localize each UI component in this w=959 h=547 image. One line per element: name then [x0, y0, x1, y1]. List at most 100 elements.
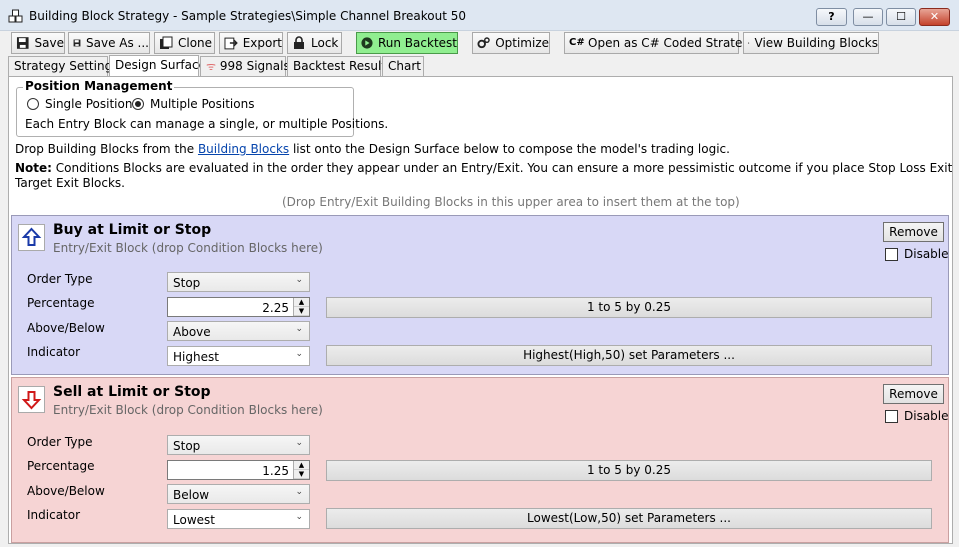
- export-button[interactable]: Export: [219, 32, 283, 54]
- building-blocks-link[interactable]: Building Blocks: [198, 142, 289, 156]
- single-position-radio[interactable]: Single Position: [27, 97, 132, 111]
- building-blocks-icon: [8, 9, 23, 23]
- multiple-positions-label: Multiple Positions: [150, 97, 255, 111]
- sell-indicator-select[interactable]: Lowest ⌄: [167, 509, 310, 529]
- spin-up-icon[interactable]: ▲: [294, 461, 309, 470]
- position-management-description: Each Entry Block can manage a single, or…: [25, 117, 389, 131]
- sell-entry-block[interactable]: Sell at Limit or Stop Entry/Exit Block (…: [11, 377, 949, 543]
- sell-indicator-value: Lowest: [173, 513, 215, 527]
- sell-order-type-value: Stop: [173, 439, 201, 453]
- tab-design-surface[interactable]: Design Surface: [109, 55, 206, 76]
- sell-percentage-stepper[interactable]: 1.25 ▲ ▼: [167, 460, 310, 480]
- chevron-down-icon: ⌄: [295, 349, 303, 359]
- open-csharp-button[interactable]: C# Open as C# Coded Strategy: [564, 32, 757, 54]
- floppy-disk-icon: [16, 37, 29, 49]
- clone-label: Clone: [178, 36, 213, 50]
- chevron-down-icon: ⌄: [295, 324, 303, 334]
- note-label: Note:: [15, 161, 52, 175]
- save-button[interactable]: Save: [11, 32, 65, 54]
- buy-disable-checkbox[interactable]: Disable: [885, 247, 949, 261]
- buy-above-below-select[interactable]: Above ⌄: [167, 321, 310, 341]
- clone-icon: [160, 36, 173, 49]
- checkbox-unchecked-icon: [885, 247, 898, 261]
- window-title: Building Block Strategy - Sample Strateg…: [29, 9, 467, 23]
- clone-button[interactable]: Clone: [154, 32, 215, 54]
- tab-signals-label: 998 Signals: [219, 59, 290, 73]
- export-label: Export: [242, 36, 282, 50]
- sell-block-title: Sell at Limit or Stop: [53, 384, 211, 400]
- sell-order-type-label: Order Type: [27, 435, 93, 449]
- buy-indicator-select[interactable]: Highest ⌄: [167, 346, 310, 366]
- save-label: Save: [34, 36, 64, 50]
- open-csharp-label: Open as C# Coded Strategy: [588, 36, 758, 50]
- buy-arrow-box: [18, 224, 45, 251]
- sell-indicator-label: Indicator: [27, 508, 81, 522]
- sell-remove-button[interactable]: Remove: [883, 384, 944, 404]
- buy-above-below-label: Above/Below: [27, 321, 105, 335]
- note-line-1: Note: Conditions Blocks are evaluated in…: [15, 161, 953, 175]
- buy-remove-button[interactable]: Remove: [883, 222, 944, 242]
- sell-order-type-select[interactable]: Stop ⌄: [167, 435, 310, 455]
- close-button[interactable]: ✕: [919, 8, 950, 26]
- maximize-button[interactable]: ☐: [886, 8, 916, 26]
- lock-button[interactable]: Lock: [287, 32, 342, 54]
- lock-icon: [294, 36, 304, 49]
- spinner[interactable]: ▲ ▼: [293, 298, 309, 316]
- optimize-label: Optimize: [495, 36, 549, 50]
- sell-disable-checkbox[interactable]: Disable: [885, 409, 949, 423]
- sell-indicator-parameters-button[interactable]: Lowest(Low,50) set Parameters ...: [326, 508, 932, 529]
- sell-above-below-select[interactable]: Below ⌄: [167, 484, 310, 504]
- buy-percentage-stepper[interactable]: 2.25 ▲ ▼: [167, 297, 310, 317]
- single-position-label: Single Position: [45, 97, 133, 111]
- arrow-up-icon: [21, 227, 42, 246]
- spin-down-icon[interactable]: ▼: [294, 470, 309, 479]
- sell-block-subtitle: Entry/Exit Block (drop Condition Blocks …: [53, 403, 323, 417]
- run-backtest-button[interactable]: Run Backtest: [356, 32, 458, 54]
- toolbar: Save Save As ... Clone Export Lock Run B…: [0, 31, 959, 55]
- sell-disable-label: Disable: [904, 409, 949, 423]
- buy-indicator-label: Indicator: [27, 345, 81, 359]
- minimize-button[interactable]: —: [853, 8, 883, 26]
- tab-strategy-settings[interactable]: Strategy Settings: [8, 56, 118, 76]
- tab-chart[interactable]: Chart: [382, 56, 424, 76]
- buy-entry-block[interactable]: Buy at Limit or Stop Entry/Exit Block (d…: [11, 215, 949, 375]
- drop-instructions-prefix: Drop Building Blocks from the: [15, 142, 198, 156]
- play-icon: [361, 37, 373, 49]
- buy-order-type-value: Stop: [173, 276, 201, 290]
- position-management-group: Position Management Single Position Mult…: [16, 79, 388, 137]
- buy-order-type-select[interactable]: Stop ⌄: [167, 272, 310, 292]
- radio-checked-icon: [132, 98, 144, 110]
- buy-block-subtitle: Entry/Exit Block (drop Condition Blocks …: [53, 241, 323, 255]
- buy-percentage-label: Percentage: [27, 296, 95, 310]
- optimize-button[interactable]: Optimize: [472, 32, 550, 54]
- radio-unchecked-icon: [27, 98, 39, 110]
- sell-arrow-box: [18, 386, 45, 413]
- multiple-positions-radio[interactable]: Multiple Positions: [132, 97, 254, 111]
- note-text: Conditions Blocks are evaluated in the o…: [55, 161, 953, 175]
- design-surface-panel: Position Management Single Position Mult…: [8, 76, 953, 544]
- buy-order-type-label: Order Type: [27, 272, 93, 286]
- sell-percentage-label: Percentage: [27, 459, 95, 473]
- arrow-down-icon: [21, 391, 42, 410]
- tab-signals[interactable]: ᯤ 998 Signals: [200, 56, 290, 76]
- buy-disable-label: Disable: [904, 247, 949, 261]
- signals-icon: ᯤ: [206, 60, 217, 73]
- spinner[interactable]: ▲ ▼: [293, 461, 309, 479]
- floppy-disk-icon: [73, 39, 81, 47]
- sell-percentage-range-button[interactable]: 1 to 5 by 0.25: [326, 460, 932, 481]
- sell-percentage-value: 1.25: [262, 464, 289, 478]
- sell-above-below-label: Above/Below: [27, 484, 105, 498]
- buy-percentage-value: 2.25: [262, 301, 289, 315]
- buy-indicator-parameters-button[interactable]: Highest(High,50) set Parameters ...: [326, 345, 932, 366]
- save-as-button[interactable]: Save As ...: [68, 32, 150, 54]
- position-management-legend: Position Management: [23, 79, 175, 93]
- tab-backtest-results[interactable]: Backtest Results: [287, 56, 392, 76]
- export-icon: [224, 37, 238, 50]
- view-building-blocks-button[interactable]: View Building Blocks: [743, 32, 879, 54]
- spin-down-icon[interactable]: ▼: [294, 307, 309, 316]
- chevron-down-icon: ⌄: [295, 487, 303, 497]
- spin-up-icon[interactable]: ▲: [294, 298, 309, 307]
- buy-percentage-range-button[interactable]: 1 to 5 by 0.25: [326, 297, 932, 318]
- chevron-down-icon: ⌄: [295, 275, 303, 285]
- help-button[interactable]: ?: [816, 8, 847, 26]
